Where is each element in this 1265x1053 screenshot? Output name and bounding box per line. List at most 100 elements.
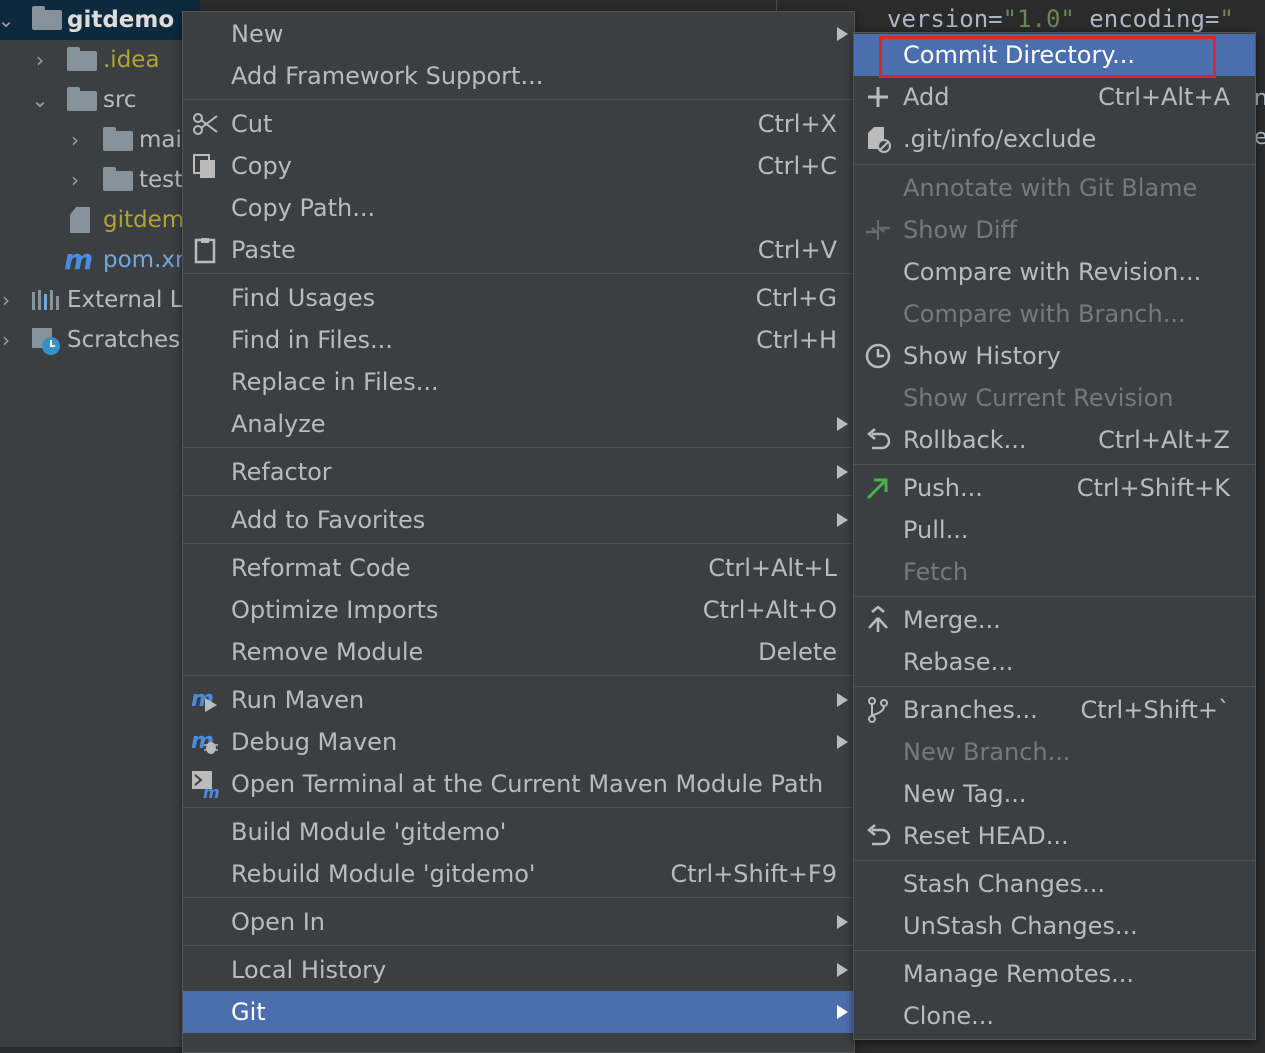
menu-item-find-in-files[interactable]: Find in Files... Ctrl+H [183,319,854,361]
diff-icon [866,220,890,240]
menu-item-local-history[interactable]: Local History [183,949,854,991]
menu-item-label: Open Terminal at the Current Maven Modul… [231,770,824,798]
menu-item-reformat-code[interactable]: Reformat Code Ctrl+Alt+L [183,547,854,589]
menu-item-label: UnStash Changes... [903,912,1138,940]
menu-item-git[interactable]: Git [183,991,854,1033]
submenu-arrow-icon [837,513,848,527]
submenu-arrow-icon [837,963,848,977]
chevron-down-icon[interactable]: ⌄ [30,80,50,120]
menu-separator [854,596,1255,597]
menu-item-replace-in-files[interactable]: Replace in Files... [183,361,854,403]
code-attr: encoding= [1074,5,1220,33]
scratches-icon [32,328,60,355]
push-arrow-icon [866,478,888,500]
module-folder-icon [32,6,62,30]
menu-item-pull[interactable]: Pull... [854,509,1255,551]
menu-item-push[interactable]: Push... Ctrl+Shift+K [854,467,1255,509]
menu-item-cut[interactable]: Cut Ctrl+X [183,103,854,145]
chevron-right-icon[interactable]: › [65,160,85,200]
library-icon [32,290,59,310]
menu-item-compare-with-branch[interactable]: Compare with Branch... [854,293,1255,335]
menu-item-manage-remotes[interactable]: Manage Remotes... [854,953,1255,995]
menu-item-label: New [231,20,284,48]
menu-item-reset-head[interactable]: Reset HEAD... [854,815,1255,857]
menu-item-analyze[interactable]: Analyze [183,403,854,445]
menu-item-label: Refactor [231,458,332,486]
menu-item-add[interactable]: Add Ctrl+Alt+A [854,76,1255,118]
menu-item-label: Push... [903,474,983,502]
tree-item-src[interactable]: ⌄ src [0,80,200,120]
tree-item-external-libraries[interactable]: › External Li [0,280,200,320]
menu-item-stash-changes[interactable]: Stash Changes... [854,863,1255,905]
menu-item-show-current-revision[interactable]: Show Current Revision [854,377,1255,419]
menu-item-rollback[interactable]: Rollback... Ctrl+Alt+Z [854,419,1255,461]
menu-item-label: New Tag... [903,780,1027,808]
menu-item-add-to-favorites[interactable]: Add to Favorites [183,499,854,541]
menu-item-label: .git/info/exclude [903,125,1097,153]
menu-item-label: Pull... [903,516,969,544]
tree-item-gitdemo[interactable]: ⌄ gitdemo [0,0,200,40]
menu-item-commit-directory[interactable]: Commit Directory... [854,34,1255,78]
menu-item-annotate-git-blame[interactable]: Annotate with Git Blame [854,167,1255,209]
chevron-right-icon[interactable]: › [0,320,16,360]
ignore-file-icon [868,127,891,153]
code-string: "1.0" [1002,5,1075,33]
menu-item-open-terminal-maven[interactable]: m Open Terminal at the Current Maven Mod… [183,763,854,805]
menu-item-fetch[interactable]: Fetch [854,551,1255,593]
menu-item-remove-module[interactable]: Remove Module Delete [183,631,854,673]
chevron-right-icon[interactable]: › [0,280,16,320]
maven-debug-icon: m [191,729,218,754]
menu-item-run-maven[interactable]: m Run Maven [183,679,854,721]
menu-item-label: Show Current Revision [903,384,1174,412]
menu-item-git-info-exclude[interactable]: .git/info/exclude [854,118,1255,160]
tree-item-test[interactable]: › test [0,160,200,200]
tree-item-main[interactable]: › mai [0,120,200,160]
menu-item-find-usages[interactable]: Find Usages Ctrl+G [183,277,854,319]
undo-icon [867,428,891,450]
tree-item-idea[interactable]: › .idea [0,40,200,80]
menu-item-copy-path[interactable]: Copy Path... [183,187,854,229]
menu-item-rebuild-module[interactable]: Rebuild Module 'gitdemo' Ctrl+Shift+F9 [183,853,854,895]
menu-item-clone[interactable]: Clone... [854,995,1255,1037]
tree-item-pom[interactable]: m pom.xr [0,240,200,280]
menu-item-compare-with-revision[interactable]: Compare with Revision... [854,251,1255,293]
chevron-down-icon[interactable]: ⌄ [0,0,16,40]
tree-item-scratches[interactable]: › Scratches [0,320,200,360]
menu-item-rebase[interactable]: Rebase... [854,641,1255,683]
menu-item-label: Rebase... [903,648,1014,676]
menu-item-optimize-imports[interactable]: Optimize Imports Ctrl+Alt+O [183,589,854,631]
context-menu: New Add Framework Support... Cut Ctrl+X … [182,11,855,1053]
menu-item-show-diff[interactable]: Show Diff [854,209,1255,251]
scissors-icon [193,113,218,135]
menu-item-copy[interactable]: Copy Ctrl+C [183,145,854,187]
menu-item-debug-maven[interactable]: m Debug Maven [183,721,854,763]
menu-item-shortcut: Ctrl+V [757,236,837,264]
menu-separator [854,950,1255,951]
menu-item-label: Show Diff [903,216,1018,244]
menu-item-show-history[interactable]: Show History [854,335,1255,377]
menu-item-open-in[interactable]: Open In [183,901,854,943]
menu-item-label: Analyze [231,410,326,438]
menu-item-shortcut: Ctrl+Shift+K [1076,474,1230,502]
tree-item-gitdemo-iml[interactable]: gitdem [0,200,200,240]
menu-item-unstash-changes[interactable]: UnStash Changes... [854,905,1255,947]
menu-item-merge[interactable]: Merge... [854,599,1255,641]
chevron-right-icon[interactable]: › [30,40,50,80]
menu-item-new-branch[interactable]: New Branch... [854,731,1255,773]
menu-item-refactor[interactable]: Refactor [183,451,854,493]
menu-item-build-module[interactable]: Build Module 'gitdemo' [183,811,854,853]
tree-item-label: gitdem [103,207,185,233]
submenu-arrow-icon [837,735,848,749]
menu-item-paste[interactable]: Paste Ctrl+V [183,229,854,271]
menu-item-label: Copy Path... [231,194,376,222]
menu-item-new[interactable]: New [183,13,854,55]
menu-item-label: Add to Favorites [231,506,426,534]
tree-item-label: External Li [67,287,189,313]
clipboard-icon [194,238,216,264]
menu-separator [183,945,854,946]
menu-item-add-framework-support[interactable]: Add Framework Support... [183,55,854,97]
menu-item-branches[interactable]: Branches... Ctrl+Shift+` [854,689,1255,731]
menu-item-new-tag[interactable]: New Tag... [854,773,1255,815]
menu-separator [183,543,854,544]
chevron-right-icon[interactable]: › [65,120,85,160]
